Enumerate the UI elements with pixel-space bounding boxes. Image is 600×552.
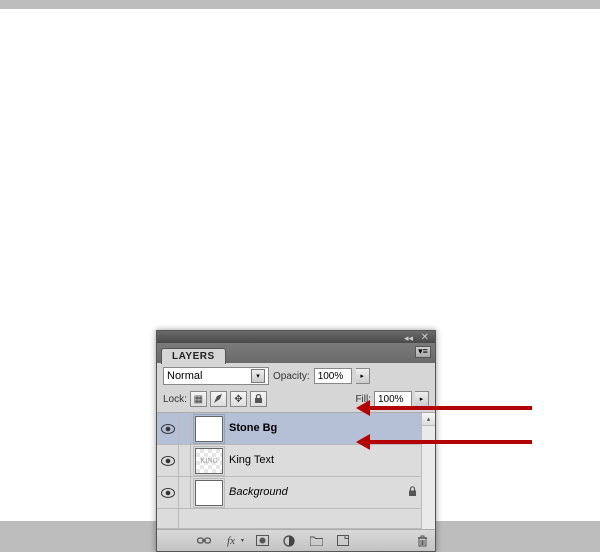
blend-opacity-row: Normal ▾ Opacity: 100% ▸ — [157, 363, 435, 389]
layer-row-background[interactable]: Background — [157, 477, 421, 509]
panel-titlebar: ◂◂ ✕ — [157, 331, 435, 343]
annotation-arrow — [362, 406, 532, 410]
empty-col — [157, 509, 179, 528]
layers-list: ▴ Stone Bg King Text Bac — [157, 413, 435, 529]
delete-layer-button[interactable] — [413, 533, 431, 549]
layer-name[interactable]: King Text — [229, 455, 274, 466]
layer-name[interactable]: Stone Bg — [229, 423, 277, 434]
scroll-up-icon[interactable]: ▴ — [422, 413, 435, 426]
new-group-button[interactable] — [307, 533, 325, 549]
link-col — [179, 445, 191, 476]
opacity-label: Opacity: — [273, 371, 310, 382]
lock-transparency-button[interactable]: ▦ — [190, 391, 207, 407]
panel-tabs: LAYERS ▾≡ — [157, 343, 435, 363]
opacity-flyout-icon[interactable]: ▸ — [356, 368, 370, 384]
layer-thumbnail[interactable] — [195, 416, 223, 442]
close-icon[interactable]: ✕ — [421, 332, 429, 343]
layer-thumbnail[interactable] — [195, 480, 223, 506]
link-col — [179, 477, 191, 508]
annotation-arrow — [362, 440, 532, 444]
scrollbar[interactable]: ▴ — [421, 413, 435, 529]
blend-mode-value: Normal — [167, 370, 202, 382]
adjustment-layer-button[interactable] — [280, 533, 298, 549]
layer-style-button[interactable]: fx — [222, 533, 240, 549]
chevron-down-icon: ▾ — [251, 369, 265, 383]
new-layer-button[interactable] — [334, 533, 352, 549]
layer-row-king-text[interactable]: King Text — [157, 445, 421, 477]
visibility-toggle[interactable] — [157, 413, 179, 444]
link-col — [179, 413, 191, 444]
fill-input[interactable]: 100% — [374, 391, 412, 407]
visibility-toggle[interactable] — [157, 477, 179, 508]
tab-layers[interactable]: LAYERS — [161, 348, 226, 364]
lock-all-button[interactable] — [250, 391, 267, 407]
lock-position-button[interactable]: ✥ — [230, 391, 247, 407]
lock-label: Lock: — [163, 394, 187, 405]
link-layers-button[interactable] — [195, 533, 213, 549]
chevron-down-icon: ▾ — [241, 537, 244, 544]
layer-mask-button[interactable] — [253, 533, 271, 549]
lock-icon — [408, 486, 417, 500]
visibility-toggle[interactable] — [157, 445, 179, 476]
layer-thumbnail[interactable] — [195, 448, 223, 474]
empty-row — [157, 509, 421, 529]
blend-mode-select[interactable]: Normal ▾ — [163, 367, 269, 385]
opacity-input[interactable]: 100% — [314, 368, 352, 384]
panel-menu-icon[interactable]: ▾≡ — [415, 346, 431, 358]
fill-flyout-icon[interactable]: ▸ — [415, 391, 429, 407]
panel-footer: fx▾ — [157, 529, 435, 551]
layer-name[interactable]: Background — [229, 487, 288, 498]
lock-pixels-button[interactable] — [210, 391, 227, 407]
